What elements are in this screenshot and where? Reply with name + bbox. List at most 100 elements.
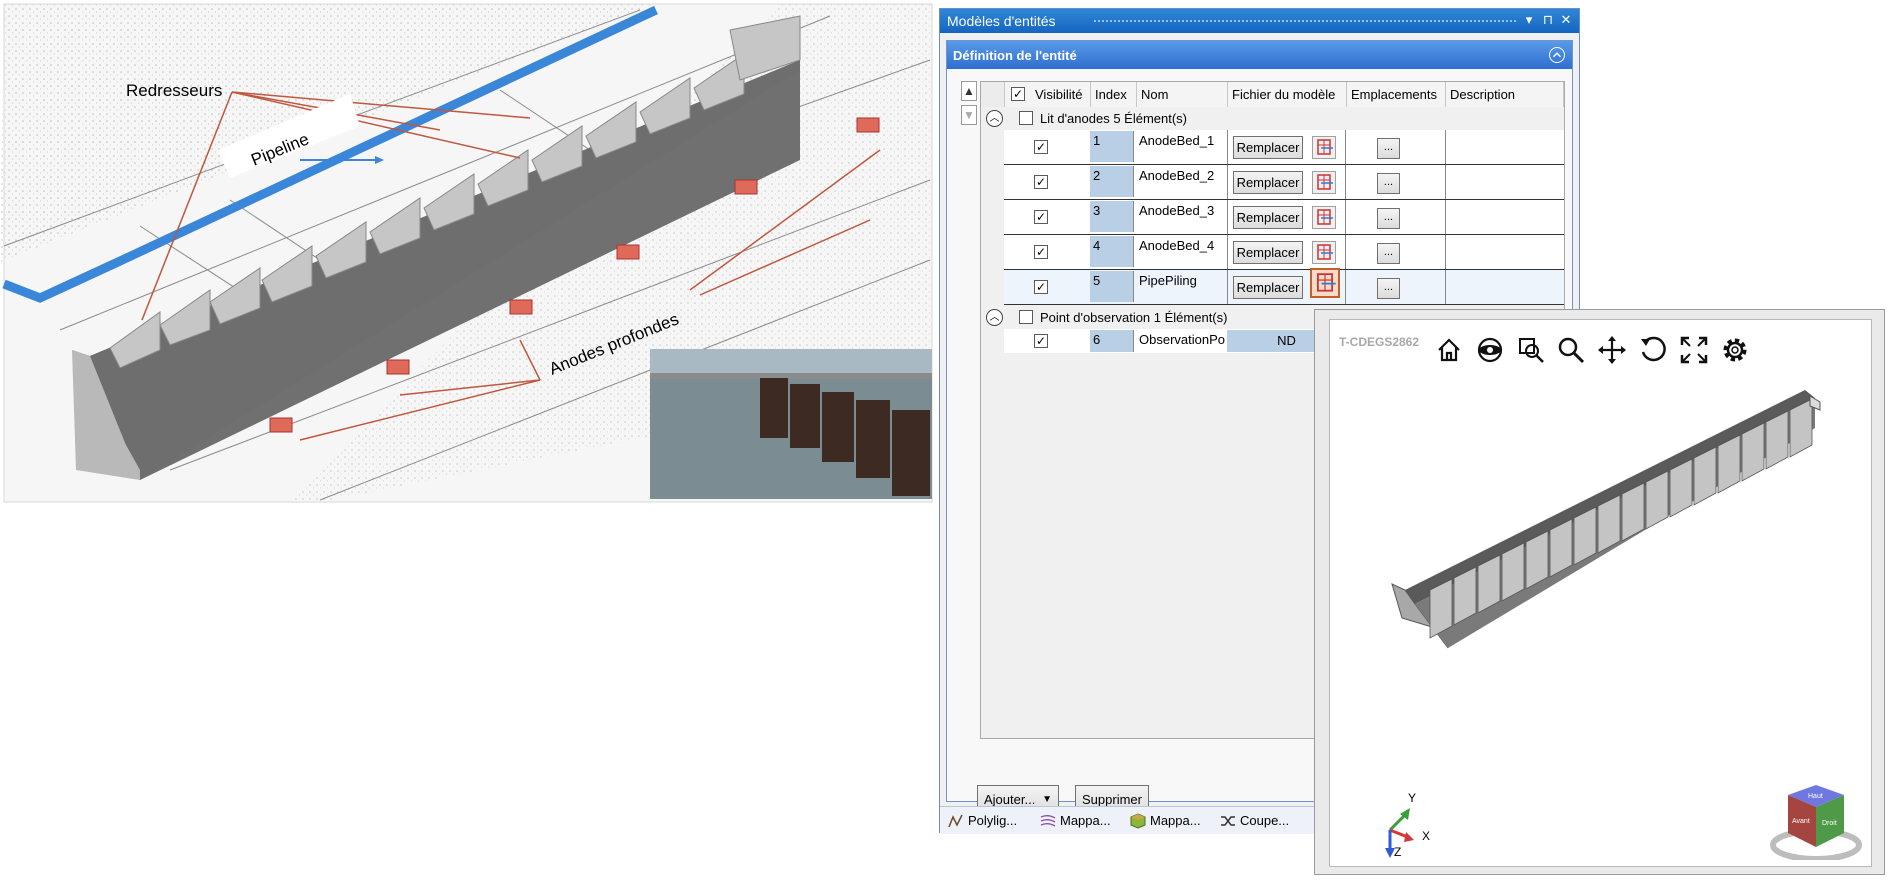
zoom-icon[interactable] bbox=[1556, 335, 1586, 365]
replace-button[interactable]: Remplacer bbox=[1233, 241, 1303, 264]
cube-top-label: Haut bbox=[1808, 793, 1823, 800]
replace-button[interactable]: Remplacer bbox=[1233, 171, 1303, 194]
column-header-visibility[interactable]: ✓ Visibilité bbox=[1005, 82, 1091, 107]
row-index: 6 bbox=[1090, 330, 1134, 352]
replace-button[interactable]: Remplacer bbox=[1233, 136, 1303, 159]
home-icon[interactable] bbox=[1434, 335, 1464, 365]
model-preview-icon[interactable] bbox=[1312, 241, 1336, 264]
move-down-button[interactable]: ▼ bbox=[961, 105, 977, 125]
close-icon[interactable]: ✕ bbox=[1558, 11, 1574, 29]
column-header-index[interactable]: Index bbox=[1091, 82, 1137, 107]
group-checkbox[interactable] bbox=[1019, 310, 1033, 324]
visibility-checkbox[interactable]: ✓ bbox=[1034, 334, 1048, 348]
row-index: 2 bbox=[1090, 166, 1134, 197]
pipe-piling-model bbox=[1391, 390, 1821, 649]
select-all-checkbox[interactable]: ✓ bbox=[1011, 87, 1025, 101]
table-row[interactable]: ✓ 2 AnodeBed_2 Remplacer ... bbox=[1004, 165, 1564, 200]
locations-button[interactable]: ... bbox=[1377, 278, 1400, 299]
row-name[interactable]: AnodeBed_4 bbox=[1136, 236, 1226, 267]
shuffle-icon bbox=[1221, 816, 1235, 826]
table-row[interactable]: ✓ 1 AnodeBed_1 Remplacer ... bbox=[1004, 130, 1564, 165]
model-preview-icon-active[interactable] bbox=[1310, 268, 1340, 298]
zoom-window-icon[interactable] bbox=[1516, 335, 1546, 365]
rotate-icon[interactable] bbox=[1638, 335, 1668, 365]
tab-label: Coupe... bbox=[1240, 813, 1290, 828]
locations-button[interactable]: ... bbox=[1377, 173, 1400, 194]
column-header-locations[interactable]: Emplacements bbox=[1347, 82, 1446, 107]
navigation-cube-icon[interactable]: Haut Avant Droit bbox=[1770, 775, 1865, 860]
row-name[interactable]: ObservationPo bbox=[1136, 330, 1226, 352]
row-name[interactable]: PipePiling bbox=[1136, 271, 1226, 302]
orbit-icon[interactable] bbox=[1475, 335, 1505, 365]
table-row[interactable]: ✓ 3 AnodeBed_3 Remplacer ... bbox=[1004, 200, 1564, 235]
tab-label: Polylig... bbox=[968, 813, 1018, 828]
group-label: Point d'observation 1 Élément(s) bbox=[1040, 310, 1228, 325]
row-index: 5 bbox=[1090, 271, 1134, 302]
column-header-model-file[interactable]: Fichier du modèle bbox=[1228, 82, 1347, 107]
visibility-checkbox[interactable]: ✓ bbox=[1034, 210, 1048, 224]
row-name[interactable]: AnodeBed_3 bbox=[1136, 201, 1226, 232]
row-name[interactable]: AnodeBed_2 bbox=[1136, 166, 1226, 197]
cube-right-label: Droit bbox=[1822, 820, 1837, 827]
visibility-checkbox[interactable]: ✓ bbox=[1034, 245, 1048, 259]
table-row-selected[interactable]: ✓ 5 PipePiling Remplacer ... bbox=[1004, 268, 1564, 305]
column-header-description[interactable]: Description bbox=[1446, 82, 1564, 107]
settings-gear-icon[interactable] bbox=[1720, 335, 1750, 365]
polyline-icon bbox=[948, 814, 963, 828]
axes-gizmo-icon: Y X Z bbox=[1385, 791, 1430, 859]
drag-grip[interactable] bbox=[1093, 19, 1517, 24]
model-file-cell: Remplacer bbox=[1227, 130, 1346, 164]
pin-icon[interactable]: ⊓ bbox=[1540, 11, 1556, 29]
replace-button[interactable]: Remplacer bbox=[1233, 206, 1303, 229]
panel-titlebar[interactable]: Modèles d'entités ▾ ⊓ ✕ bbox=[940, 9, 1579, 33]
axis-x-label: X bbox=[1422, 829, 1430, 843]
model-preview-icon[interactable] bbox=[1312, 206, 1336, 229]
viewer-title: T-CDEGS2862 bbox=[1339, 335, 1420, 349]
row-index: 3 bbox=[1090, 201, 1134, 232]
fullscreen-icon[interactable] bbox=[1679, 335, 1709, 365]
corner-header bbox=[981, 82, 1005, 107]
model-3d-viewer: T-CDEGS2862 Y X Z Haut Avant Droit bbox=[1314, 309, 1885, 875]
cube-front-label: Avant bbox=[1792, 818, 1810, 825]
model-file-cell: Remplacer bbox=[1227, 235, 1346, 269]
group-anode-beds: ︿ Lit d'anodes 5 Élément(s) bbox=[981, 108, 1564, 130]
model-file-cell: Remplacer bbox=[1227, 165, 1346, 199]
group-checkbox[interactable] bbox=[1019, 111, 1033, 125]
site-illustration: Redresseurs Pipeline Anodes profondes bbox=[0, 0, 940, 506]
column-label: Visibilité bbox=[1035, 87, 1083, 102]
group-label: Lit d'anodes 5 Élément(s) bbox=[1040, 111, 1188, 126]
model-file-cell: Remplacer bbox=[1227, 268, 1346, 304]
axis-z-label: Z bbox=[1394, 845, 1401, 859]
row-name[interactable]: AnodeBed_1 bbox=[1136, 131, 1226, 162]
section-header[interactable]: Définition de l'entité bbox=[947, 41, 1572, 69]
model-file-cell: Remplacer bbox=[1227, 200, 1346, 234]
add-button-label: Ajouter... bbox=[984, 792, 1036, 807]
move-up-button[interactable]: ▲ bbox=[961, 81, 977, 101]
model-preview-icon[interactable] bbox=[1312, 136, 1336, 159]
table-row[interactable]: ✓ 4 AnodeBed_4 Remplacer ... bbox=[1004, 235, 1564, 270]
row-index: 4 bbox=[1090, 236, 1134, 267]
replace-button[interactable]: Remplacer bbox=[1233, 276, 1303, 299]
group-collapse-icon[interactable]: ︿ bbox=[986, 309, 1003, 326]
column-header-name[interactable]: Nom bbox=[1137, 82, 1228, 107]
locations-button[interactable]: ... bbox=[1377, 138, 1400, 159]
group-collapse-icon[interactable]: ︿ bbox=[986, 110, 1003, 127]
visibility-checkbox[interactable]: ✓ bbox=[1034, 175, 1048, 189]
model-preview-icon[interactable] bbox=[1312, 171, 1336, 194]
rectifiers-label: Redresseurs bbox=[126, 81, 222, 100]
pan-icon[interactable] bbox=[1597, 335, 1627, 365]
collapse-section-icon[interactable] bbox=[1549, 47, 1565, 63]
locations-button[interactable]: ... bbox=[1377, 208, 1400, 229]
dropdown-arrow-icon[interactable]: ▾ bbox=[1521, 11, 1537, 29]
axis-y-label: Y bbox=[1408, 791, 1416, 805]
panel-title: Modèles d'entités bbox=[947, 13, 1056, 29]
tab-label: Mappa... bbox=[1060, 813, 1111, 828]
visibility-checkbox[interactable]: ✓ bbox=[1034, 140, 1048, 154]
cube-icon bbox=[1130, 813, 1146, 829]
row-index: 1 bbox=[1090, 131, 1134, 162]
visibility-checkbox[interactable]: ✓ bbox=[1034, 280, 1048, 294]
section-title: Définition de l'entité bbox=[953, 48, 1077, 63]
locations-button[interactable]: ... bbox=[1377, 243, 1400, 264]
site-illustration-drawing: Redresseurs Pipeline Anodes profondes bbox=[0, 3, 933, 503]
viewer-canvas[interactable]: T-CDEGS2862 Y X Z Haut Avant Droit bbox=[1329, 319, 1872, 867]
